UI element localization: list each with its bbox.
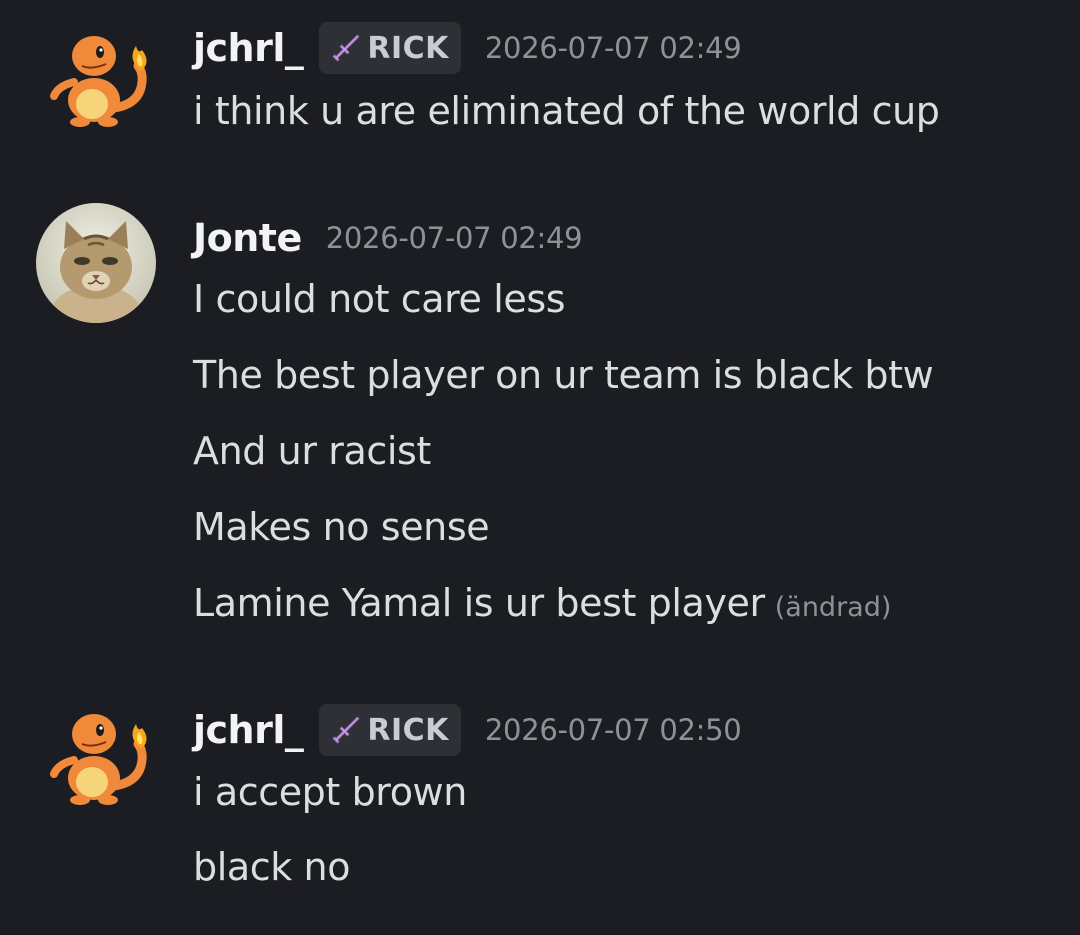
username[interactable]: jchrl_ [193,708,304,752]
username[interactable]: jchrl_ [193,26,304,70]
charmander-avatar[interactable] [36,698,156,818]
message-header: Jonte 2026-07-07 02:49 [193,208,583,268]
role-tag-label: RICK [367,712,449,748]
sword-icon [332,34,360,62]
message-text: The best player on ur team is black btw [193,353,934,397]
message-header: jchrl_ RICK 2026-07-07 02:49 [193,18,742,78]
message-text: Makes no sense [193,505,490,549]
message-text-edited: Lamine Yamal is ur best player (ändrad) [193,581,891,625]
charmander-avatar[interactable] [36,20,156,140]
message-text: black no [193,845,351,889]
timestamp: 2026-07-07 02:49 [325,221,583,255]
message-text: Lamine Yamal is ur best player [193,581,765,625]
message-text: i accept brown [193,770,467,814]
sword-icon [332,716,360,744]
message-header: jchrl_ RICK 2026-07-07 02:50 [193,700,742,760]
message-text: i think u are eliminated of the world cu… [193,89,940,133]
edited-label: (ändrad) [774,592,892,623]
message-text: And ur racist [193,429,431,473]
message-text: I could not care less [193,277,566,321]
role-tag[interactable]: RICK [319,704,461,756]
username[interactable]: Jonte [193,216,302,260]
timestamp: 2026-07-07 02:49 [484,31,742,65]
role-tag[interactable]: RICK [319,22,461,74]
cat-avatar[interactable] [36,203,156,323]
role-tag-label: RICK [367,30,449,66]
timestamp: 2026-07-07 02:50 [484,713,742,747]
